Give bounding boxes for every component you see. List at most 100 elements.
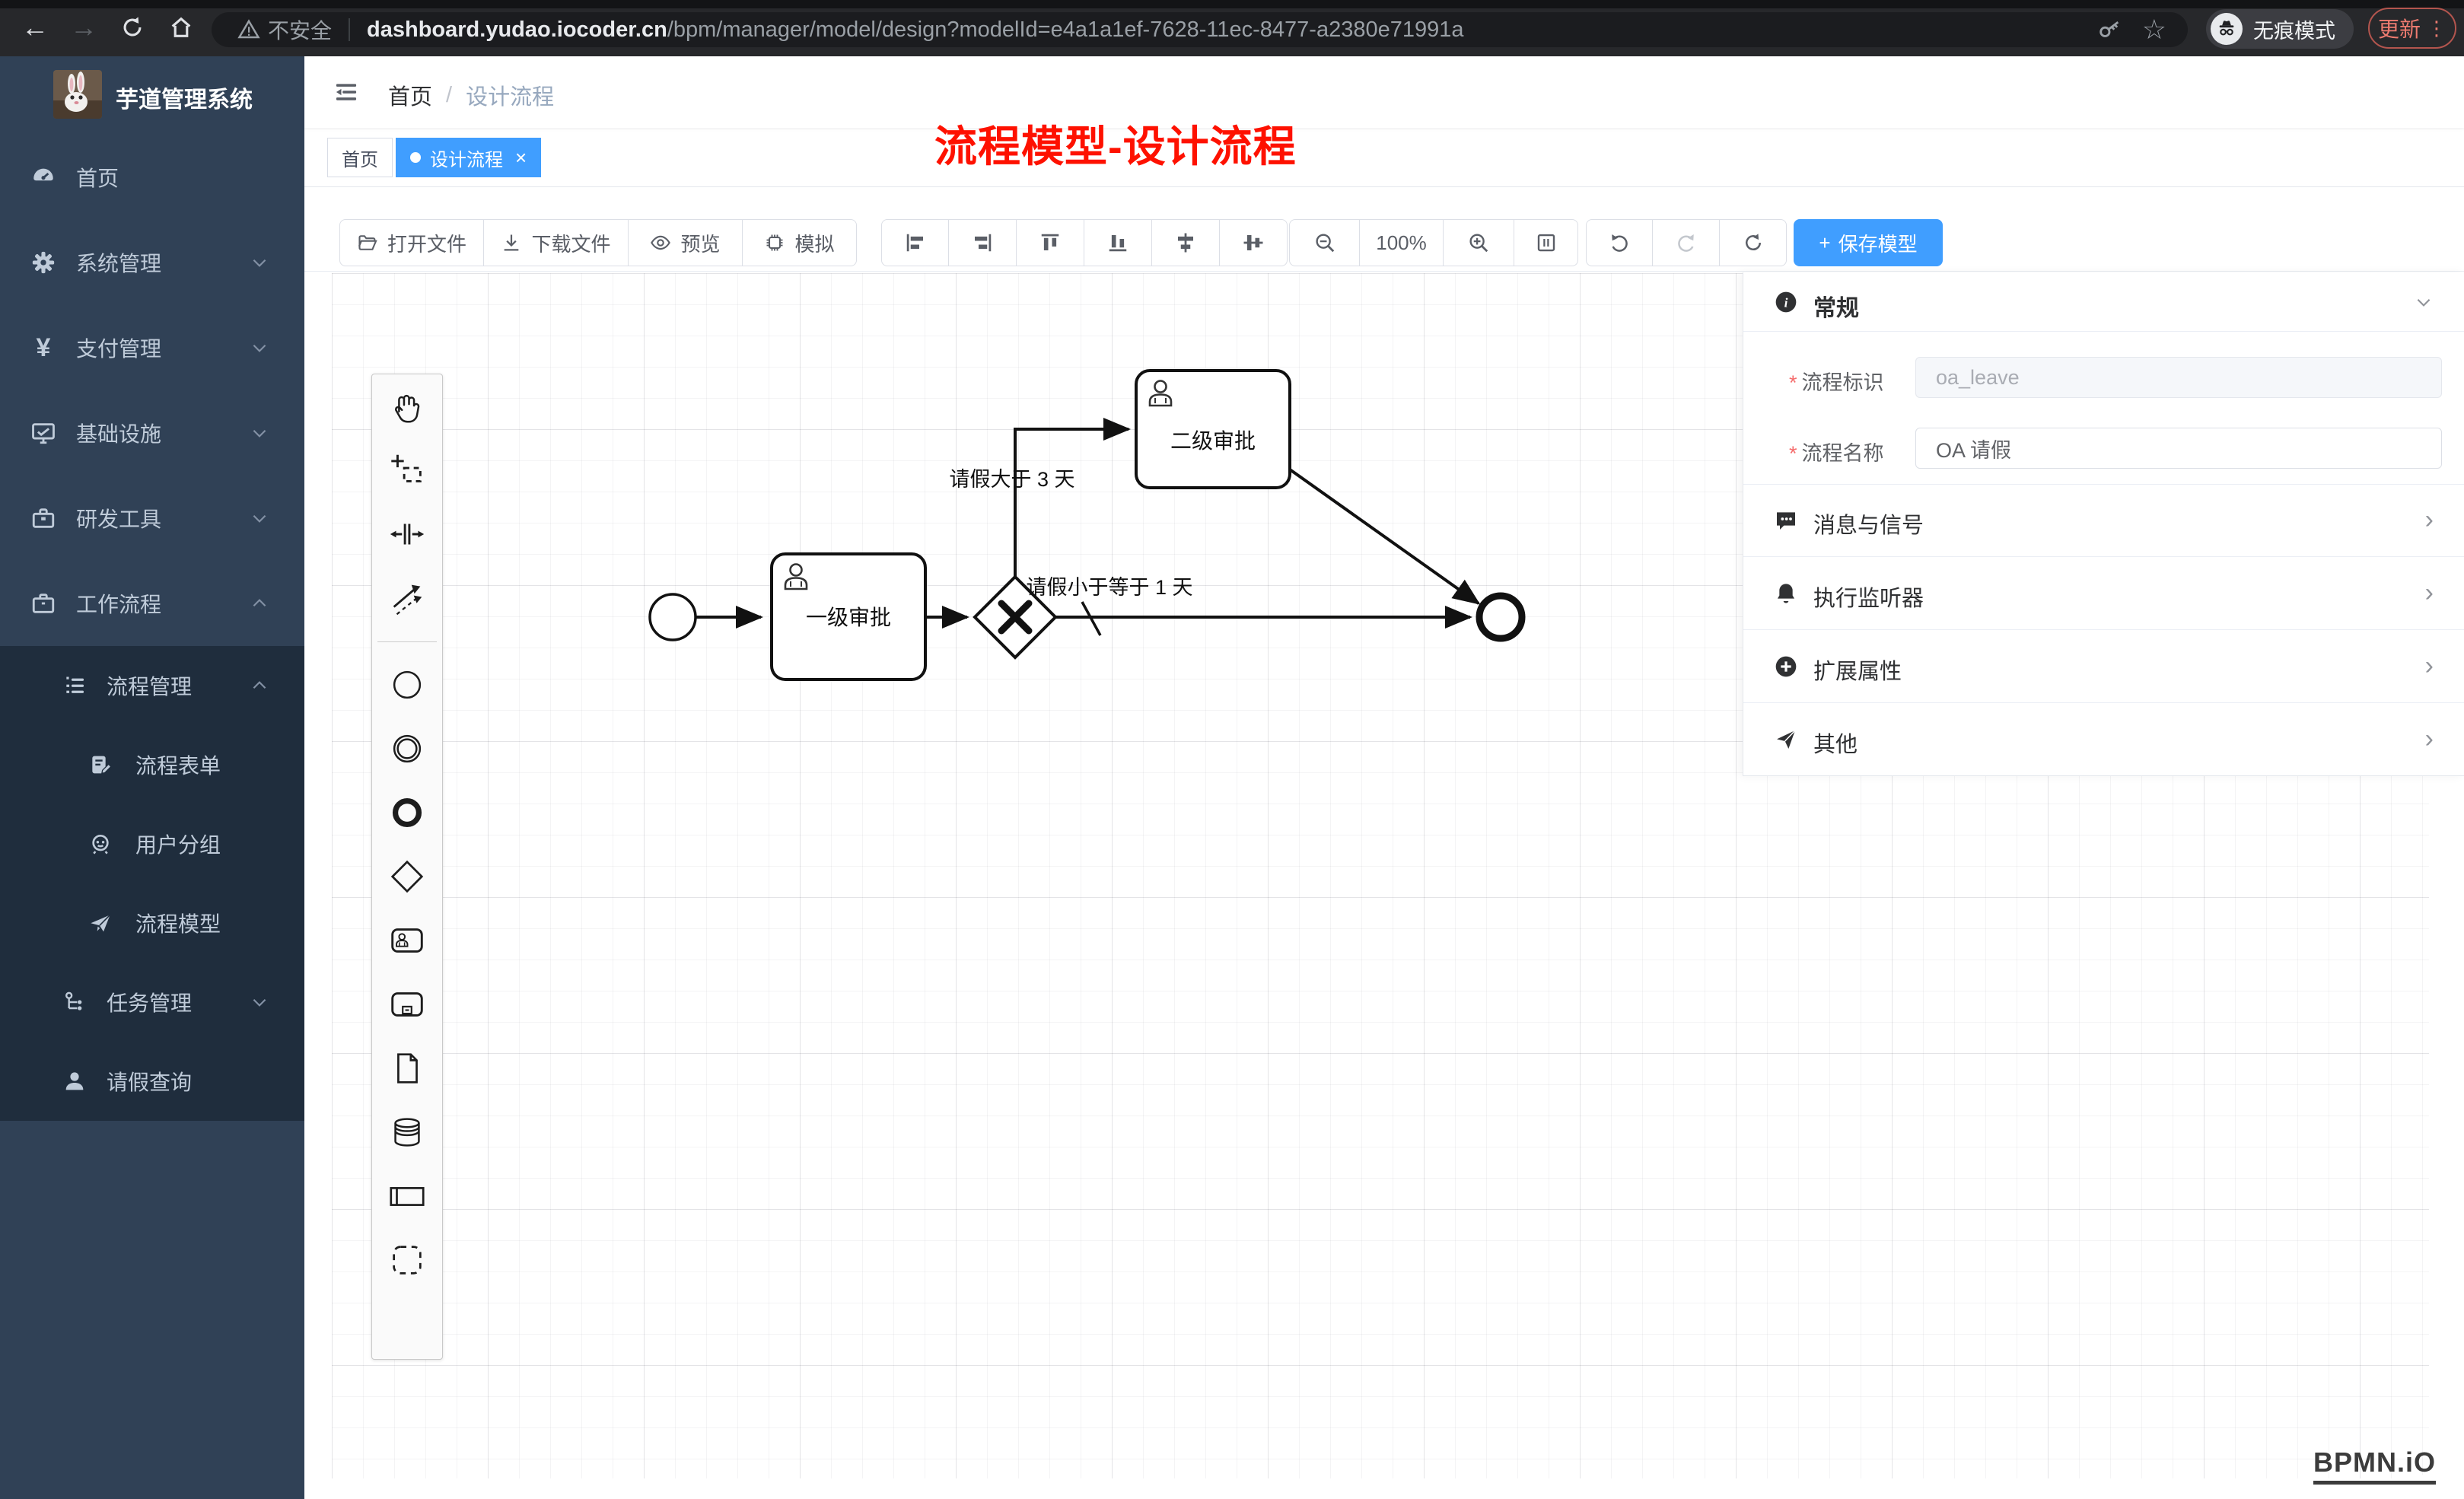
update-label: 更新 xyxy=(2378,13,2421,43)
robot-face-icon xyxy=(88,832,113,856)
tab-label: 设计流程 xyxy=(430,145,503,171)
user-task-level1[interactable]: 一级审批 xyxy=(772,554,925,679)
sidebar-item-leave-query[interactable]: 请假查询 xyxy=(0,1042,304,1121)
sidebar-item-infrastructure[interactable]: 基础设施 xyxy=(0,390,304,476)
chevron-down-icon[interactable] xyxy=(2414,292,2434,312)
browser-menu-icon[interactable]: ⋮ xyxy=(2427,17,2446,40)
sidebar-item-payment[interactable]: ¥ 支付管理 xyxy=(0,305,304,390)
simulate-button[interactable]: 模拟 xyxy=(743,219,857,266)
collapse-menu-icon[interactable] xyxy=(332,78,361,107)
sidebar-item-home[interactable]: 首页 xyxy=(0,135,304,220)
end-event-icon[interactable] xyxy=(371,781,443,845)
bookmark-star-icon[interactable]: ☆ xyxy=(2142,14,2166,46)
section-other[interactable]: 其他 › xyxy=(1743,703,2464,776)
sidebar-item-task-mgmt[interactable]: 任务管理 xyxy=(0,963,304,1042)
hand-tool-icon[interactable] xyxy=(371,374,443,438)
sidebar-item-process-mgmt[interactable]: 流程管理 xyxy=(0,646,304,725)
tab-home[interactable]: 首页 xyxy=(327,138,393,177)
bpmn-io-watermark[interactable]: BPMN.iO xyxy=(2313,1446,2436,1485)
intermediate-event-icon[interactable] xyxy=(371,717,443,781)
flow-gateway-to-task2[interactable] xyxy=(1015,429,1129,577)
download-file-button[interactable]: 下载文件 xyxy=(484,219,629,266)
space-tool-icon[interactable] xyxy=(371,502,443,566)
data-object-icon[interactable] xyxy=(371,1036,443,1100)
undo-icon[interactable] xyxy=(1586,219,1653,266)
breadcrumb-home[interactable]: 首页 xyxy=(388,79,432,111)
browser-tabstrip xyxy=(0,0,2464,8)
briefcase-icon xyxy=(30,590,56,616)
browser-home-icon[interactable] xyxy=(164,11,198,44)
flow-label-le1[interactable]: 请假小于等于 1 天 xyxy=(1026,576,1192,599)
start-event-icon[interactable] xyxy=(371,653,443,717)
data-store-icon[interactable] xyxy=(371,1100,443,1164)
section-general[interactable]: i 常规 xyxy=(1743,272,2464,332)
page-title-annotation: 流程模型-设计流程 xyxy=(934,113,1297,174)
security-chip[interactable]: 不安全 xyxy=(237,14,332,45)
gateway-icon[interactable] xyxy=(371,845,443,909)
flow-label-gt3[interactable]: 请假大于 3 天 xyxy=(949,468,1074,491)
zoom-out-icon[interactable] xyxy=(1289,219,1360,266)
group-icon[interactable] xyxy=(371,1228,443,1292)
chevron-up-icon xyxy=(250,594,269,613)
browser-update-button[interactable]: 更新 ⋮ xyxy=(2368,8,2456,49)
align-button-group xyxy=(881,219,1288,266)
chevron-down-icon xyxy=(250,338,269,358)
redo-icon[interactable] xyxy=(1653,219,1720,266)
browser-back-icon[interactable]: ← xyxy=(18,11,52,44)
sidebar-item-user-group[interactable]: 用户分组 xyxy=(0,804,304,883)
zoom-in-icon[interactable] xyxy=(1444,219,1514,266)
participant-icon[interactable] xyxy=(371,1164,443,1228)
start-event[interactable] xyxy=(650,594,696,640)
end-event[interactable] xyxy=(1479,596,1522,638)
browser-address-bar[interactable]: 不安全 dashboard.yudao.iocoder.cn/bpm/manag… xyxy=(212,12,2188,47)
process-key-input[interactable] xyxy=(1915,357,2442,398)
tab-design-process[interactable]: 设计流程 × xyxy=(396,138,541,177)
close-icon[interactable]: × xyxy=(515,146,527,170)
preview-button[interactable]: 预览 xyxy=(629,219,743,266)
sidebar-item-label: 流程表单 xyxy=(135,750,221,780)
process-name-input[interactable] xyxy=(1915,428,2442,469)
field-process-key: *流程标识 xyxy=(1743,357,2464,398)
key-icon[interactable] xyxy=(2096,17,2122,43)
sidebar-item-workflow[interactable]: 工作流程 xyxy=(0,561,304,646)
global-connect-icon[interactable] xyxy=(371,566,443,630)
sidebar-logo-row[interactable]: 芋道管理系统 xyxy=(0,56,304,135)
align-left-icon[interactable] xyxy=(881,219,949,266)
sidebar-item-devtools[interactable]: 研发工具 xyxy=(0,476,304,561)
dashboard-icon xyxy=(30,164,56,190)
user-task-icon[interactable] xyxy=(371,909,443,972)
button-label: 预览 xyxy=(680,229,720,257)
align-top-icon[interactable] xyxy=(1017,219,1084,266)
restart-icon[interactable] xyxy=(1720,219,1787,266)
flow-task2-to-end[interactable] xyxy=(1290,469,1479,603)
subprocess-icon[interactable] xyxy=(371,972,443,1036)
required-mark: * xyxy=(1789,371,1797,394)
browser-forward-icon[interactable]: → xyxy=(67,11,100,44)
section-title: 扩展属性 xyxy=(1813,654,1902,686)
fit-viewport-icon[interactable] xyxy=(1514,219,1578,266)
section-execution-listener[interactable]: 执行监听器 › xyxy=(1743,557,2464,630)
align-center-v-icon[interactable] xyxy=(1220,219,1288,266)
section-title: 其他 xyxy=(1813,727,1858,759)
section-extended-properties[interactable]: 扩展属性 › xyxy=(1743,630,2464,703)
sidebar-item-system[interactable]: 系统管理 xyxy=(0,220,304,305)
info-icon: i xyxy=(1774,290,1798,314)
open-file-button[interactable]: 打开文件 xyxy=(339,219,484,266)
align-center-h-icon[interactable] xyxy=(1152,219,1220,266)
breadcrumb: 首页 / 设计流程 xyxy=(388,79,554,111)
section-title: 常规 xyxy=(1813,289,1859,323)
sidebar-item-process-model[interactable]: 流程模型 xyxy=(0,883,304,963)
save-model-button[interactable]: + 保存模型 xyxy=(1794,219,1943,266)
file-button-group: 打开文件 下载文件 预览 模拟 xyxy=(339,219,857,266)
align-right-icon[interactable] xyxy=(949,219,1017,266)
align-bottom-icon[interactable] xyxy=(1084,219,1152,266)
lasso-tool-icon[interactable] xyxy=(371,438,443,502)
section-messages-signals[interactable]: 消息与信号 › xyxy=(1743,484,2464,557)
browser-reload-icon[interactable] xyxy=(116,11,149,44)
bpmn-canvas[interactable]: 一级审批 二级审批 请假大于 3 天 请假小于等于 1 xyxy=(304,271,2464,1499)
send-icon xyxy=(1774,727,1798,752)
sidebar-item-process-form[interactable]: 流程表单 xyxy=(0,725,304,804)
user-task-level2[interactable]: 二级审批 xyxy=(1136,371,1290,488)
url-text[interactable]: dashboard.yudao.iocoder.cn/bpm/manager/m… xyxy=(367,18,1463,43)
monitor-icon xyxy=(30,420,56,446)
